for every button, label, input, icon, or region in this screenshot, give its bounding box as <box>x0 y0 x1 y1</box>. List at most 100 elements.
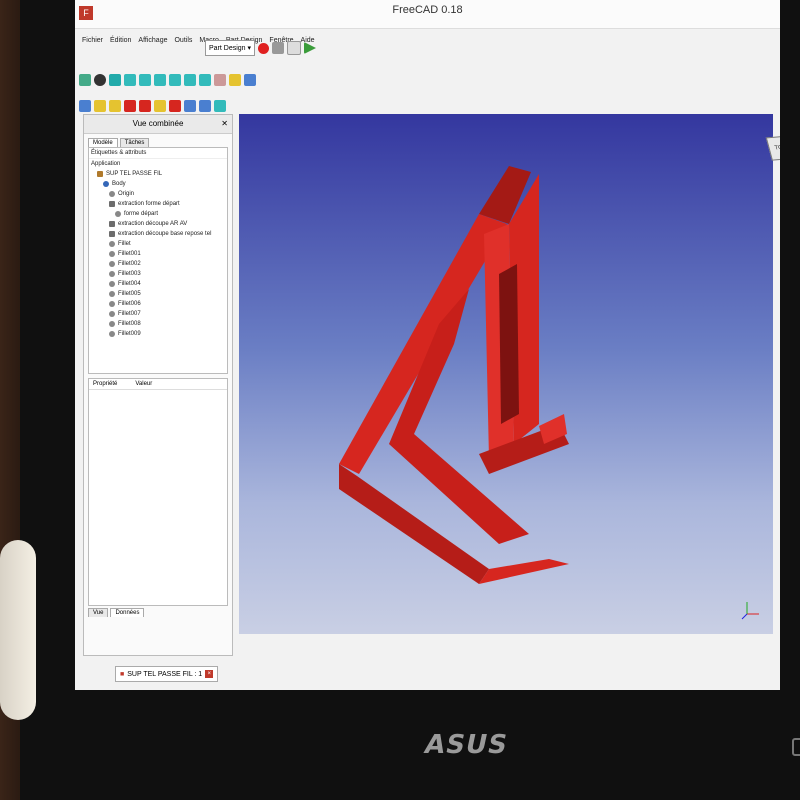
fit-all-icon[interactable] <box>79 74 91 86</box>
power-button-icon[interactable] <box>792 738 800 756</box>
tree-item[interactable]: Fillet006 <box>89 299 227 309</box>
pad-icon <box>109 201 115 207</box>
monitor: F FreeCAD 0.18 Fichier Édition Affichage… <box>20 0 800 800</box>
workbench-select[interactable]: Part Design ▾ <box>205 40 255 56</box>
draw-style-icon[interactable] <box>94 74 106 86</box>
tree-item-label: Fillet009 <box>118 331 141 337</box>
fillet-icon <box>109 261 115 267</box>
tree-item[interactable]: Fillet001 <box>89 249 227 259</box>
tab-modele[interactable]: Modèle <box>88 138 118 147</box>
tree-item[interactable]: Body <box>89 179 227 189</box>
tree-item[interactable]: SUP TEL PASSE FIL <box>89 169 227 179</box>
body-icon[interactable] <box>244 74 256 86</box>
monitor-brand-logo: ASUS <box>421 730 511 760</box>
macro-run-icon[interactable] <box>304 42 316 54</box>
tree-item-label: SUP TEL PASSE FIL <box>106 171 163 177</box>
close-icon[interactable]: ✕ <box>221 115 228 133</box>
tree-item-label: Application <box>91 161 121 167</box>
workbench-label: Part Design <box>209 44 246 52</box>
pocket-icon[interactable] <box>124 100 136 112</box>
pocket-icon <box>109 231 115 237</box>
origin-icon <box>109 191 115 197</box>
property-column: Propriété <box>93 381 118 387</box>
chamfer-icon[interactable] <box>199 100 211 112</box>
groove-icon[interactable] <box>169 100 181 112</box>
new-body-icon[interactable] <box>79 100 91 112</box>
property-tabs: Vue Données <box>84 606 232 619</box>
document-icon <box>97 171 103 177</box>
view-iso-icon[interactable] <box>109 74 121 86</box>
model-slot <box>499 264 519 424</box>
navigation-cube[interactable]: TOP <box>759 126 780 170</box>
tree-item[interactable]: extraction découpe base repose tel <box>89 229 227 239</box>
tab-vue[interactable]: Vue <box>88 608 109 617</box>
property-header: Propriété Valeur <box>89 379 227 390</box>
tree-item[interactable]: extraction forme départ <box>89 199 227 209</box>
tree-item[interactable]: Fillet009 <box>89 329 227 339</box>
document-tab[interactable]: ■ SUP TEL PASSE FIL : 1 × <box>115 666 219 682</box>
cube-face-top[interactable]: TOP <box>765 135 780 161</box>
combo-view-title-text: Vue combinée <box>132 119 184 128</box>
tab-taches[interactable]: Tâches <box>119 138 150 147</box>
tree-item[interactable]: Fillet002 <box>89 259 227 269</box>
menu-edition[interactable]: Édition <box>109 37 132 44</box>
fillet-icon <box>109 251 115 257</box>
view-front-icon[interactable] <box>124 74 136 86</box>
macro-record-icon[interactable] <box>258 42 269 54</box>
tree-item-label: Fillet007 <box>118 311 141 317</box>
3d-viewport[interactable]: TOP <box>239 114 780 634</box>
tree-item-label: Fillet003 <box>118 271 141 277</box>
menu-affichage[interactable]: Affichage <box>137 37 168 44</box>
sketch-icon <box>115 211 121 217</box>
revolution-icon[interactable] <box>154 100 166 112</box>
tree-item[interactable]: Application <box>89 159 227 169</box>
tree-item[interactable]: extraction découpe AR AV <box>89 219 227 229</box>
toolbar-view <box>79 70 256 90</box>
tree-item-label: extraction découpe AR AV <box>118 221 188 227</box>
view-left-icon[interactable] <box>199 74 211 86</box>
tree-item-label: Fillet001 <box>118 251 141 257</box>
fillet-icon <box>109 241 115 247</box>
background-object <box>0 540 36 720</box>
new-sketch-icon[interactable] <box>94 100 106 112</box>
macro-edit-icon[interactable] <box>287 41 301 55</box>
phone-stand-model[interactable] <box>339 166 569 584</box>
tree-item-label: Fillet002 <box>118 261 141 267</box>
axis-cross-icon <box>741 602 759 620</box>
tree-header: Étiquettes & attributs <box>89 148 227 159</box>
menu-outils[interactable]: Outils <box>173 37 193 44</box>
combo-view-panel: Vue combinée ✕ Modèle Tâches Étiquettes … <box>83 114 233 656</box>
model-render[interactable] <box>239 114 773 634</box>
fillet-icon <box>109 271 115 277</box>
tree-item-label: Body <box>112 181 126 187</box>
view-rear-icon[interactable] <box>169 74 181 86</box>
fillet-icon <box>109 281 115 287</box>
macro-stop-icon[interactable] <box>272 42 284 54</box>
tree-item-label: Fillet006 <box>118 301 141 307</box>
tree-item[interactable]: Fillet003 <box>89 269 227 279</box>
fillet-icon <box>109 301 115 307</box>
view-right-icon[interactable] <box>154 74 166 86</box>
body-icon <box>103 181 109 187</box>
tree-item[interactable]: Origin <box>89 189 227 199</box>
tree-item[interactable]: Fillet005 <box>89 289 227 299</box>
pad-icon[interactable] <box>109 100 121 112</box>
menu-fichier[interactable]: Fichier <box>81 37 104 44</box>
tree-item[interactable]: Fillet007 <box>89 309 227 319</box>
tab-donnees[interactable]: Données <box>110 608 145 617</box>
mirrored-icon[interactable] <box>214 100 226 112</box>
measure-icon[interactable] <box>214 74 226 86</box>
part-icon[interactable] <box>229 74 241 86</box>
tree-item[interactable]: Fillet008 <box>89 319 227 329</box>
tree-item[interactable]: forme départ <box>89 209 227 219</box>
view-bottom-icon[interactable] <box>184 74 196 86</box>
tree-item-label: Origin <box>118 191 135 197</box>
model-base-end <box>479 559 569 584</box>
tree-item-label: Fillet <box>118 241 131 247</box>
hole-icon[interactable] <box>139 100 151 112</box>
close-tab-icon[interactable]: × <box>205 670 214 678</box>
tree-item[interactable]: Fillet004 <box>89 279 227 289</box>
tree-item[interactable]: Fillet <box>89 239 227 249</box>
view-top-icon[interactable] <box>139 74 151 86</box>
fillet-icon[interactable] <box>184 100 196 112</box>
